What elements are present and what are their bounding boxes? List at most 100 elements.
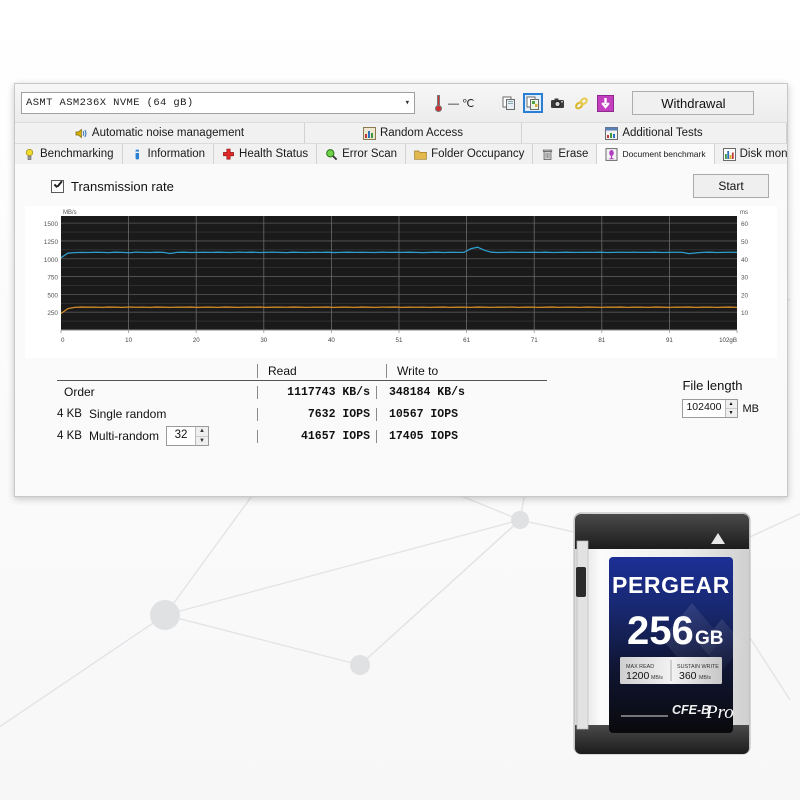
chart-icon bbox=[605, 126, 619, 140]
card-format: CFE-B bbox=[672, 703, 710, 717]
file-length-group: File length 102400 ▲ ▼ MB bbox=[682, 364, 759, 447]
file-length-unit: MB bbox=[742, 402, 760, 415]
tab-random-access[interactable]: Random Access bbox=[305, 123, 522, 143]
queue-depth-stepper[interactable]: 32 ▲ ▼ bbox=[165, 426, 209, 446]
tab-label: Health Status bbox=[239, 148, 309, 160]
svg-text:61: 61 bbox=[463, 337, 470, 344]
svg-text:20: 20 bbox=[741, 292, 749, 299]
transmission-rate-panel: Transmission rate Start 1500 1250 1000 750 5… bbox=[15, 164, 787, 496]
memory-card-image: PERGEAR 256 GB MAX READ 1200 MB/s SUSTAI… bbox=[573, 512, 751, 755]
svg-text:ms: ms bbox=[740, 210, 748, 216]
trash-icon bbox=[543, 149, 553, 160]
card-tier: Pro bbox=[705, 702, 734, 723]
table-header-row: Read Write to bbox=[57, 364, 547, 381]
header-write: Write to bbox=[386, 364, 547, 378]
tab-disk-monitors[interactable]: Disk monitors bbox=[714, 144, 788, 164]
card-sustain-write-unit: MB/s bbox=[699, 675, 711, 681]
tab-label: Automatic noise management bbox=[91, 127, 245, 139]
card-brand: PERGEAR bbox=[612, 572, 730, 598]
copy-icon-button[interactable] bbox=[499, 93, 519, 113]
row-label-cell: Order bbox=[57, 385, 257, 399]
tab-row-secondary: Benchmarking Information Health Status E… bbox=[15, 143, 787, 164]
tab-folder-occupancy[interactable]: Folder Occupancy bbox=[406, 144, 534, 164]
card-sustain-write-value: 360 bbox=[679, 670, 697, 682]
toolbar: ASMT ASM236X NVME (64 gB) ▾ — ℃ Withdraw… bbox=[15, 84, 787, 122]
tab-label: Disk monitors bbox=[739, 148, 788, 160]
file-length-up-icon[interactable]: ▲ bbox=[725, 400, 737, 409]
file-length-arrows[interactable]: ▲ ▼ bbox=[724, 400, 737, 417]
card-capacity-number: 256 bbox=[627, 609, 694, 653]
camera-icon bbox=[550, 98, 564, 108]
tab-erase[interactable]: Erase bbox=[533, 144, 598, 164]
file-length-title: File length bbox=[682, 378, 743, 393]
tab-information[interactable]: Information bbox=[122, 144, 215, 164]
stepper-down-icon[interactable]: ▼ bbox=[196, 437, 208, 446]
svg-text:1500: 1500 bbox=[44, 221, 59, 228]
benchmark-app-window: ASMT ASM236X NVME (64 gB) ▾ — ℃ Withdraw… bbox=[14, 83, 788, 497]
start-button[interactable]: Start bbox=[693, 174, 769, 198]
row-read-value: 1117743 KB/s bbox=[257, 385, 376, 399]
tab-additional-tests[interactable]: Additional Tests bbox=[522, 123, 787, 143]
device-select[interactable]: ASMT ASM236X NVME (64 gB) ▾ bbox=[21, 92, 415, 114]
camera-icon-button[interactable] bbox=[547, 93, 567, 113]
magnifier-icon bbox=[326, 148, 338, 160]
stepper-up-icon[interactable]: ▲ bbox=[195, 427, 208, 437]
svg-text:500: 500 bbox=[47, 292, 58, 299]
row-write-value: 17405 IOPS bbox=[376, 429, 539, 443]
copy-selected-icon bbox=[526, 96, 539, 110]
chart-canvas: 1500 1250 1000 750 500 250 60 50 40 30 20 10 0 10 20 30… bbox=[25, 206, 777, 358]
svg-text:750: 750 bbox=[47, 275, 58, 282]
start-label: Start bbox=[718, 179, 744, 193]
svg-text:81: 81 bbox=[598, 337, 605, 344]
tab-document-benchmark[interactable]: Document benchmark bbox=[597, 144, 715, 164]
tab-health-status[interactable]: Health Status bbox=[214, 144, 318, 164]
table-row: 4 KB Single random 7632 IOPS 10567 IOPS bbox=[57, 403, 547, 425]
svg-text:1000: 1000 bbox=[44, 257, 59, 264]
tab-label: Folder Occupancy bbox=[431, 148, 525, 160]
tab-error-scan[interactable]: Error Scan bbox=[317, 144, 407, 164]
svg-text:51: 51 bbox=[396, 337, 403, 344]
stepper-arrows[interactable]: ▲ ▼ bbox=[194, 427, 208, 446]
row-size: 4 KB bbox=[57, 408, 82, 420]
svg-text:250: 250 bbox=[47, 310, 58, 317]
svg-text:30: 30 bbox=[741, 275, 749, 282]
results-table: Read Write to Order 1117743 KB/s 348184 … bbox=[57, 364, 547, 447]
tab-benchmarking[interactable]: Benchmarking bbox=[15, 144, 123, 164]
row-label: Multi-random bbox=[88, 429, 159, 443]
card-max-read-value: 1200 bbox=[626, 670, 650, 682]
file-length-down-icon[interactable]: ▼ bbox=[726, 409, 737, 417]
device-select-value: ASMT ASM236X NVME (64 gB) bbox=[26, 97, 194, 109]
file-length-stepper[interactable]: 102400 ▲ ▼ bbox=[682, 399, 738, 418]
svg-text:71: 71 bbox=[531, 337, 538, 344]
table-row: 4 KB Multi-random 32 ▲ ▼ 41657 IOPS 1740… bbox=[57, 425, 547, 447]
file-length-row: 102400 ▲ ▼ MB bbox=[682, 399, 759, 418]
svg-text:40: 40 bbox=[741, 257, 749, 264]
transmission-rate-checkbox[interactable] bbox=[51, 179, 64, 193]
svg-text:102gB: 102gB bbox=[719, 337, 737, 344]
row-label-cell: 4 KB Multi-random 32 ▲ ▼ bbox=[57, 426, 257, 446]
document-benchmark-icon bbox=[605, 147, 618, 161]
svg-text:20: 20 bbox=[193, 337, 200, 344]
table-row: Order 1117743 KB/s 348184 KB/s bbox=[57, 381, 547, 403]
tab-label: Benchmarking bbox=[40, 148, 114, 160]
svg-text:MB/s: MB/s bbox=[63, 210, 77, 216]
download-icon-button[interactable] bbox=[595, 93, 615, 113]
withdrawal-button[interactable]: Withdrawal bbox=[632, 91, 755, 115]
download-icon bbox=[596, 94, 614, 112]
svg-text:10: 10 bbox=[741, 310, 749, 317]
tab-automatic-noise-management[interactable]: Automatic noise management bbox=[15, 123, 305, 143]
withdrawal-label: Withdrawal bbox=[661, 95, 726, 111]
svg-text:50: 50 bbox=[741, 239, 749, 246]
tab-label: Information bbox=[147, 148, 206, 160]
bars-icon bbox=[722, 147, 736, 161]
tab-row-primary: Automatic noise management Random Access… bbox=[15, 122, 787, 143]
row-write-value: 10567 IOPS bbox=[376, 407, 539, 421]
link-icon-button[interactable] bbox=[571, 93, 591, 113]
copy-selected-icon-button[interactable] bbox=[523, 93, 544, 113]
svg-text:1250: 1250 bbox=[44, 239, 59, 246]
file-length-value: 102400 bbox=[686, 401, 722, 413]
speaker-icon bbox=[75, 128, 87, 138]
tab-label: Error Scan bbox=[342, 148, 398, 160]
row-size: 4 KB bbox=[57, 430, 82, 442]
folder-icon bbox=[414, 150, 427, 160]
